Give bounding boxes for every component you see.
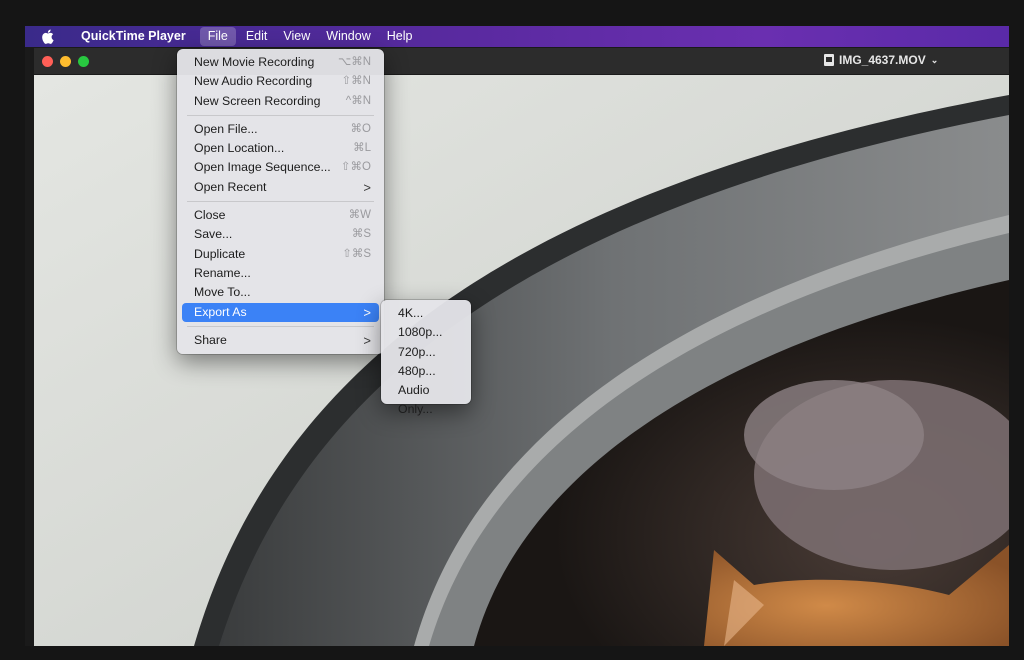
apple-icon[interactable] — [41, 29, 55, 45]
menu-item-open-recent[interactable]: Open Recent > — [182, 178, 379, 197]
shortcut: ⌘W — [348, 209, 371, 222]
menu-item-label: Share — [194, 332, 227, 347]
menu-item-share[interactable]: Share > — [182, 331, 379, 350]
menu-item-label: 480p... — [398, 363, 436, 378]
shortcut: ⌘S — [351, 228, 371, 241]
menu-item-label: Audio Only... — [398, 383, 433, 417]
export-4k[interactable]: 4K... — [386, 304, 466, 323]
export-submenu: 4K... 1080p... 720p... 480p... Audio Onl… — [381, 300, 471, 416]
menu-item-rename[interactable]: Rename... — [182, 264, 379, 283]
menu-separator — [187, 114, 374, 116]
menu-edit[interactable]: Edit — [238, 26, 276, 47]
menu-separator — [187, 325, 374, 327]
minimize-window-button[interactable] — [60, 56, 71, 67]
shortcut: ⇧⌘S — [342, 247, 371, 260]
menu-item-label: Close — [194, 208, 226, 223]
menu-item-label: Export As — [194, 304, 247, 319]
menu-file[interactable]: File — [199, 27, 236, 46]
menu-item-label: 4K... — [398, 306, 424, 320]
menu-item-label: 720p... — [398, 344, 436, 359]
file-menu: New Movie Recording ⌥⌘N New Audio Recordi… — [177, 49, 384, 355]
menu-item-label: Open Recent — [194, 179, 267, 194]
menu-item-label: Duplicate — [194, 246, 246, 261]
menu-item-label: Open File... — [194, 121, 258, 136]
menu-item-label: Open Image Sequence... — [194, 160, 331, 175]
menu-item-label: New Movie Recording — [194, 55, 315, 69]
menu-item-label: 1080p... — [398, 325, 443, 340]
submenu-arrow-icon: > — [363, 304, 371, 320]
menu-item-label: Open Location... — [194, 141, 285, 156]
export-1080p[interactable]: 1080p... — [386, 323, 466, 342]
menu-separator — [187, 201, 374, 203]
menu-item-open-file[interactable]: Open File... ⌘O — [182, 120, 379, 139]
submenu-arrow-icon: > — [363, 332, 371, 348]
zoom-window-button[interactable] — [78, 56, 89, 67]
menu-item-open-location[interactable]: Open Location... ⌘L — [182, 139, 379, 158]
menu-item-label: Move To... — [194, 285, 251, 300]
close-window-button[interactable] — [42, 56, 53, 67]
app-menu[interactable]: QuickTime Player — [73, 26, 194, 47]
menu-item-label: Rename... — [194, 265, 251, 280]
menu-item-label: New Audio Recording — [194, 74, 313, 89]
menu-item-duplicate[interactable]: Duplicate ⇧⌘S — [182, 245, 379, 264]
menu-bar: QuickTime Player File Edit View Window H… — [25, 26, 1009, 47]
desktop: QuickTime Player File Edit View Window H… — [25, 26, 1009, 646]
shortcut: ⌥⌘N — [337, 56, 371, 68]
export-audio-only[interactable]: Audio Only... — [386, 381, 466, 416]
menu-item-export-as[interactable]: Export As > — [182, 302, 379, 322]
submenu-arrow-icon: > — [363, 179, 371, 195]
menu-item-label: New Screen Recording — [194, 93, 321, 108]
menu-item-new-audio-recording[interactable]: New Audio Recording ⇧⌘N — [182, 72, 379, 91]
window-title-text: IMG_4637.MOV — [839, 53, 926, 67]
menu-item-open-image-sequence[interactable]: Open Image Sequence... ⇧⌘O — [182, 158, 379, 177]
menu-item-close[interactable]: Close ⌘W — [182, 206, 379, 225]
menu-window[interactable]: Window — [318, 26, 378, 47]
menu-help[interactable]: Help — [379, 26, 421, 47]
menu-item-new-screen-recording[interactable]: New Screen Recording ^⌘N — [182, 92, 379, 111]
shortcut: ⌘O — [350, 122, 371, 135]
menu-item-new-movie-recording[interactable]: New Movie Recording ⌥⌘N — [182, 53, 379, 72]
export-720p[interactable]: 720p... — [386, 343, 466, 362]
menu-item-move-to[interactable]: Move To... — [182, 283, 379, 302]
chevron-down-icon: ⌄ — [930, 54, 939, 65]
menu-item-label: Save... — [194, 227, 233, 242]
document-icon — [824, 54, 834, 66]
shortcut: ⇧⌘N — [341, 75, 371, 88]
menu-view[interactable]: View — [275, 26, 318, 47]
shortcut: ⇧⌘O — [340, 161, 371, 174]
export-480p[interactable]: 480p... — [386, 362, 466, 381]
shortcut: ^⌘N — [345, 94, 371, 107]
window-title[interactable]: IMG_4637.MOV ⌄ — [824, 53, 938, 67]
menu-item-save[interactable]: Save... ⌘S — [182, 225, 379, 244]
shortcut: ⌘L — [353, 142, 371, 155]
